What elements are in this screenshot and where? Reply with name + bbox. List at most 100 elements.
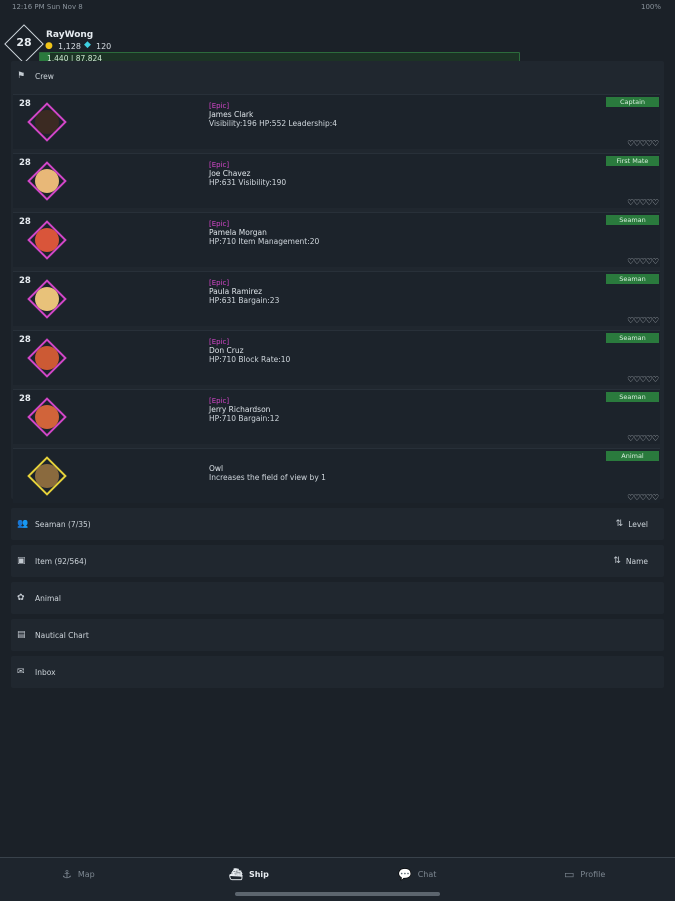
crew-name: James Clark [209,110,254,119]
tab-chat-label: Chat [417,870,437,879]
seaman-section[interactable]: 👥 Seaman (7/35) ⇅ Level [11,508,664,540]
crew-rarity: [Epic] [209,161,230,169]
crew-stats: Increases the field of view by 1 [209,473,326,482]
inbox-section[interactable]: ✉ Inbox [11,656,664,688]
tab-ship[interactable]: ⛴ Ship [229,868,269,881]
hearts-rating: ♡♡♡♡♡ [627,139,659,148]
crew-title: Crew [35,71,54,81]
tab-profile-label: Profile [580,870,606,879]
crew-name: Paula Ramirez [209,287,263,296]
tab-ship-label: Ship [248,870,269,879]
crew-stats: HP:631 Bargain:23 [209,296,280,305]
item-title: Item (92/564) [35,556,87,566]
hearts-rating: ♡♡♡♡♡ [627,198,659,207]
sort-level-label: Level [628,519,648,529]
crew-name: Jerry Richardson [209,405,271,414]
username: RayWong [46,30,94,40]
crew-level: 28 [19,99,31,109]
sort-level-button[interactable]: ⇅ Level [616,519,648,529]
status-time: 12:16 PM Sun Nov 8 [12,3,83,11]
gold-coin-icon: ● [45,41,53,51]
crew-role-badge: Captain [606,97,659,107]
crew-role-badge: Seaman [606,333,659,343]
crew-row[interactable]: 28 [Epic] Don Cruz HP:710 Block Rate:10 … [13,330,660,385]
diamond-icon: ◆ [84,40,91,50]
crew-stats: Visibility:196 HP:552 Leadership:4 [209,119,338,128]
gem-amount: 120 [96,42,112,51]
crew-list: 28 [Epic] James Clark Visibility:196 HP:… [13,94,660,507]
ship-icon: ⛴ [229,868,243,881]
crew-rarity: [Epic] [209,102,230,110]
crew-role-badge: Seaman [606,274,659,284]
paw-icon: ✿ [17,593,25,603]
crew-stats: HP:710 Bargain:12 [209,414,280,423]
profile-card-icon: ▭ [564,868,575,881]
battery-indicator: 100% [640,3,661,11]
avatar [35,346,59,370]
hearts-rating: ♡♡♡♡♡ [627,375,659,384]
crew-stats: HP:631 Visibility:190 [209,178,287,187]
item-section[interactable]: ▣ Item (92/564) ⇅ Name [11,545,664,577]
crew-level: 28 [19,158,31,168]
sort-alpha-icon: ⇅ [613,556,621,566]
crew-name: Don Cruz [209,346,244,355]
avatar [35,464,59,488]
box-icon: ▣ [17,556,26,566]
gold-amount: 1,128 [58,42,81,51]
crew-rarity: [Epic] [209,338,230,346]
tab-chat[interactable]: 💬 Chat [398,868,436,881]
crew-name: Owl [209,464,224,473]
avatar [35,287,59,311]
tab-profile[interactable]: ▭ Profile [564,868,605,881]
crew-level: 28 [19,276,31,286]
crew-row[interactable]: Owl Increases the field of view by 1 Ani… [13,448,660,503]
crew-row[interactable]: 28 [Epic] Pamela Morgan HP:710 Item Mana… [13,212,660,267]
animal-section[interactable]: ✿ Animal [11,582,664,614]
avatar [35,110,59,134]
inbox-title: Inbox [35,667,56,677]
crew-role-badge: Animal [606,451,659,461]
crew-name: Joe Chavez [209,169,251,178]
hearts-rating: ♡♡♡♡♡ [627,493,659,502]
animal-title: Animal [35,593,61,603]
crew-row[interactable]: 28 [Epic] Joe Chavez HP:631 Visibility:1… [13,153,660,208]
avatar [35,405,59,429]
crew-stats: HP:710 Item Management:20 [209,237,320,246]
group-icon: 👥 [17,519,29,529]
crew-level: 28 [19,335,31,345]
crew-rarity: [Epic] [209,397,230,405]
crew-rarity: [Epic] [209,279,230,287]
crew-role-badge: First Mate [606,156,659,166]
avatar [35,169,59,193]
anchor-icon: ⚓ [62,868,72,881]
map-icon: ▤ [17,630,26,640]
crew-header[interactable]: ⚑ Crew [17,71,54,81]
tab-map-label: Map [77,870,95,879]
nautical-chart-section[interactable]: ▤ Nautical Chart [11,619,664,651]
chat-icon: 💬 [398,868,412,881]
crew-stats: HP:710 Block Rate:10 [209,355,291,364]
seaman-title: Seaman (7/35) [35,519,91,529]
hearts-rating: ♡♡♡♡♡ [627,434,659,443]
crew-row[interactable]: 28 [Epic] James Clark Visibility:196 HP:… [13,94,660,149]
sort-icon: ⇅ [615,519,624,529]
hearts-rating: ♡♡♡♡♡ [627,257,659,266]
crew-row[interactable]: 28 [Epic] Jerry Richardson HP:710 Bargai… [13,389,660,444]
player-level: 28 [16,36,32,49]
hearts-rating: ♡♡♡♡♡ [627,316,659,325]
status-bar: 12:16 PM Sun Nov 8 100% [0,0,675,14]
crew-rarity: [Epic] [209,220,230,228]
crew-row[interactable]: 28 [Epic] Paula Ramirez HP:631 Bargain:2… [13,271,660,326]
crew-role-badge: Seaman [606,392,659,402]
sort-name-label: Name [625,556,648,566]
chart-title: Nautical Chart [35,630,89,640]
bird-icon: ✉ [17,667,25,677]
sort-name-button[interactable]: ⇅ Name [613,556,648,566]
crew-role-badge: Seaman [606,215,659,225]
crew-level: 28 [19,217,31,227]
avatar [35,228,59,252]
tab-map[interactable]: ⚓ Map [62,868,95,881]
crew-name: Pamela Morgan [209,228,267,237]
flag-icon: ⚑ [17,71,26,81]
player-header: 28 RayWong ● 1,128 ◆ 120 1,440 | 87,824 [0,14,675,65]
